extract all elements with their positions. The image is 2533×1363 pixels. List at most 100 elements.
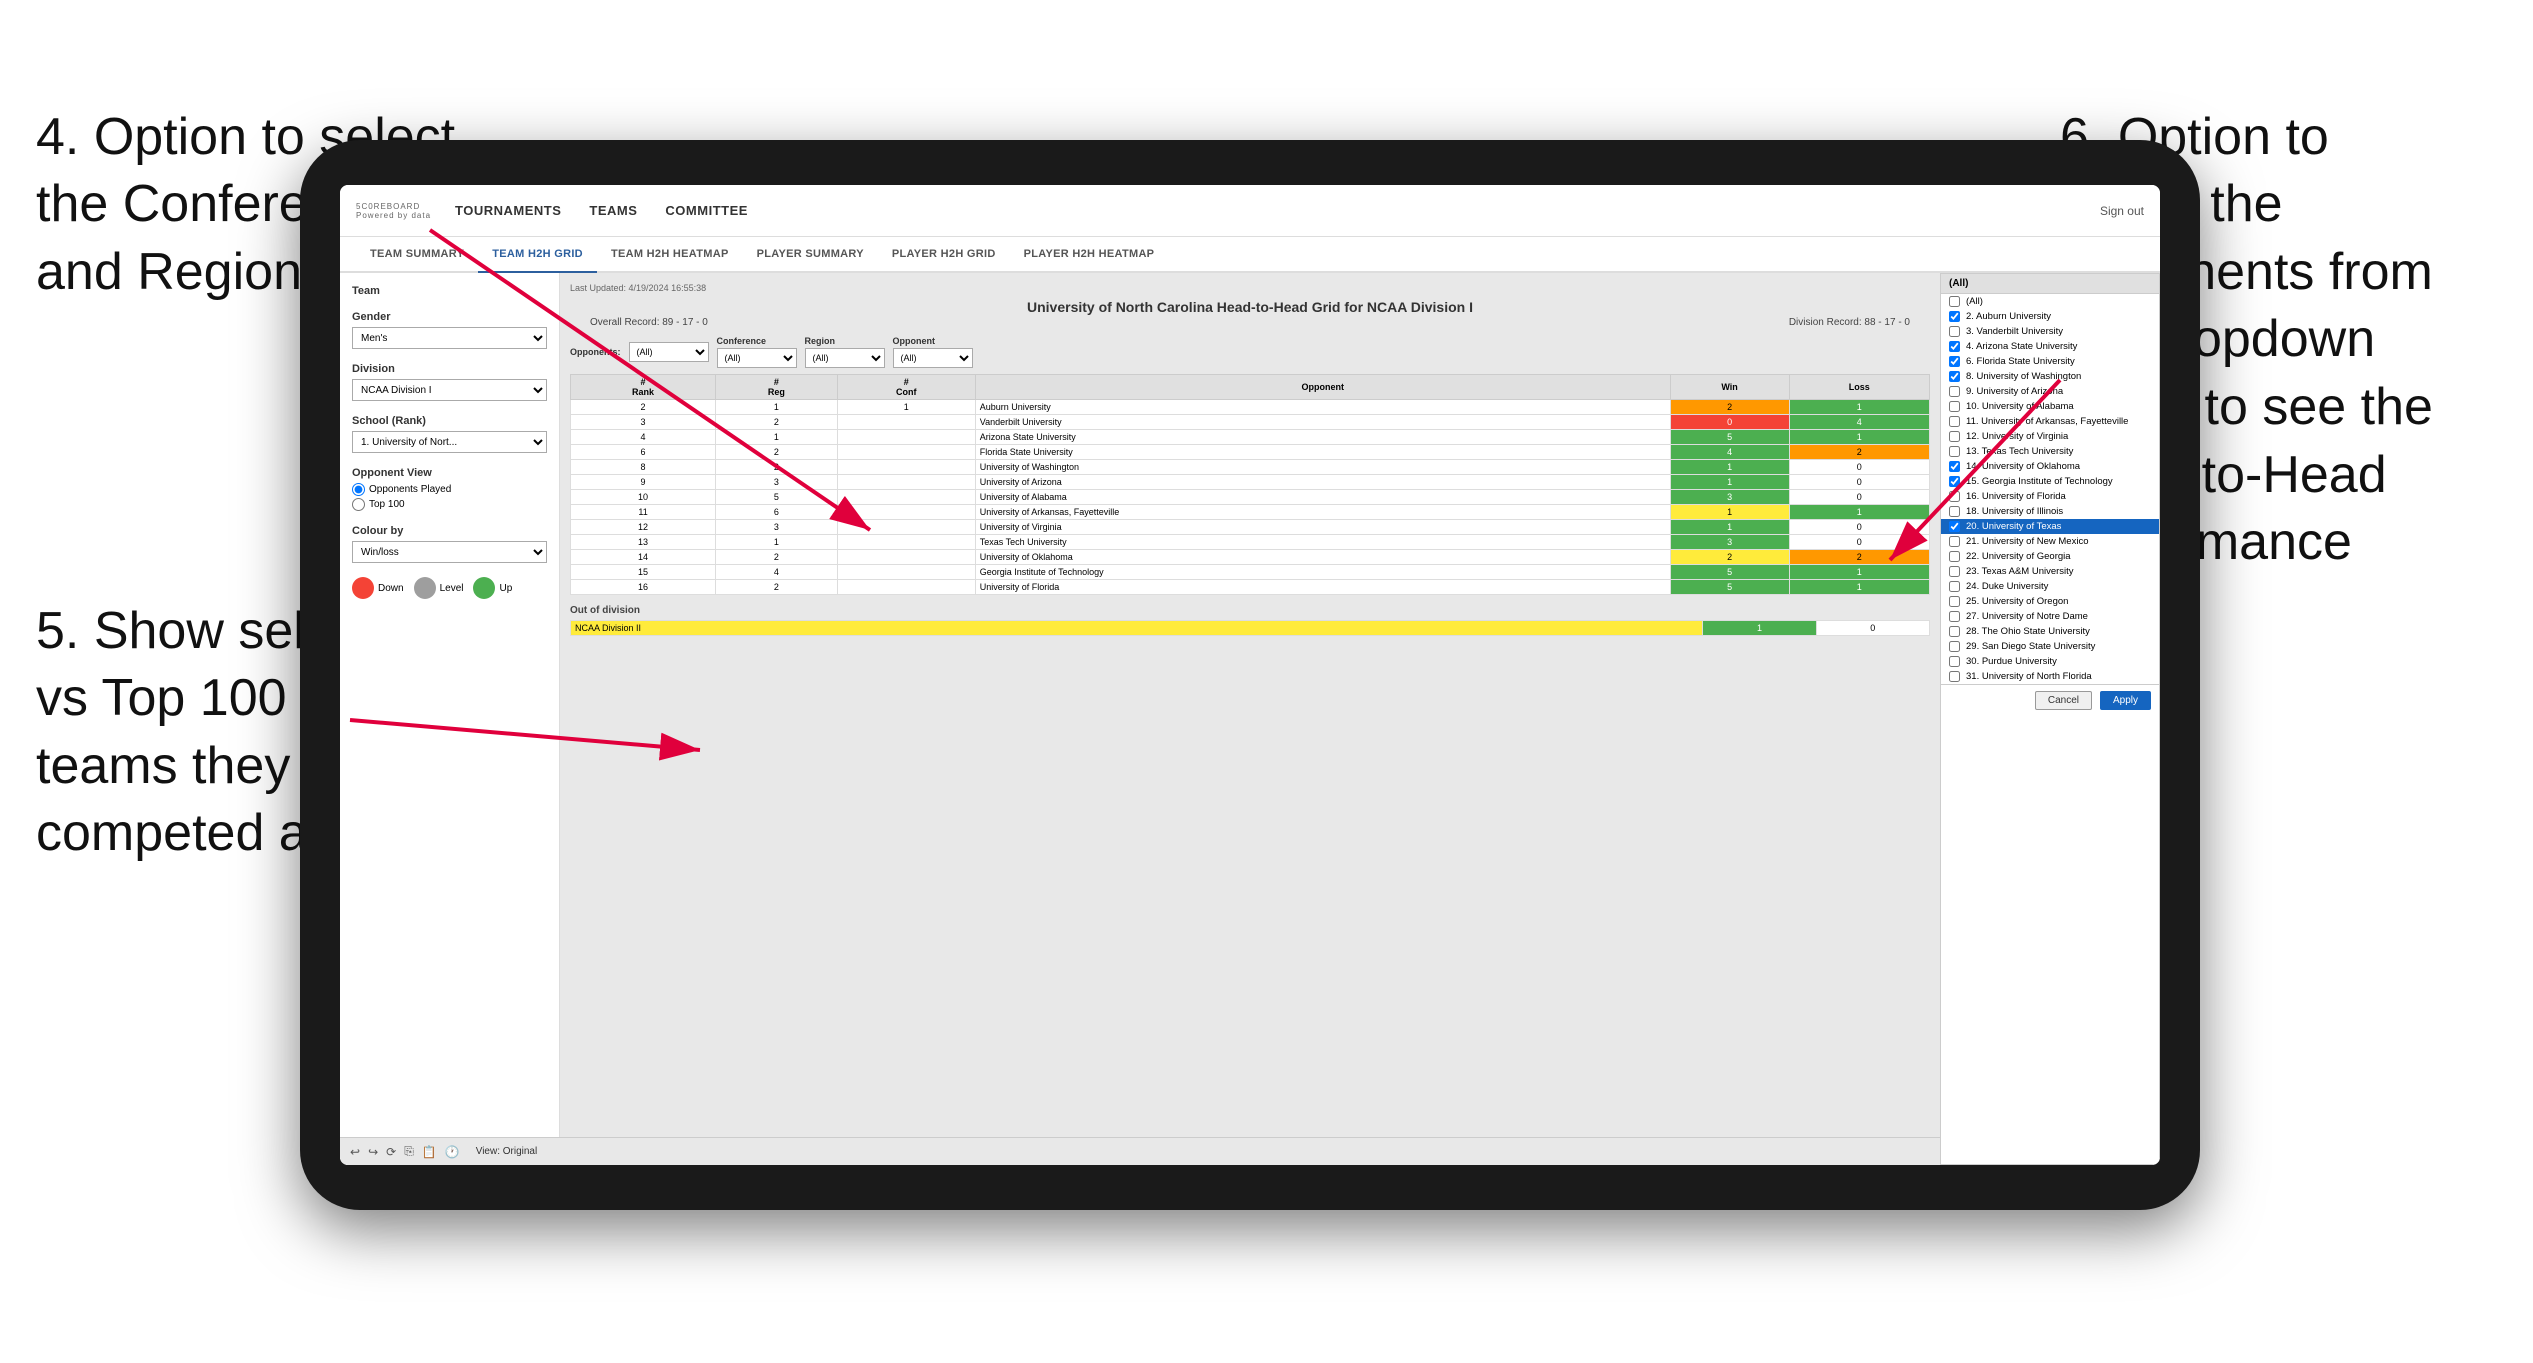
sidebar-gender-label: Gender: [352, 311, 547, 323]
sidebar-colour-section: Colour by Win/loss: [352, 525, 547, 563]
dropdown-item[interactable]: 28. The Ohio State University: [1941, 624, 2159, 639]
tab-player-summary[interactable]: PLAYER SUMMARY: [743, 237, 878, 273]
table-row: 9 3 University of Arizona 1 0: [571, 475, 1930, 490]
table-row: 13 1 Texas Tech University 3 0: [571, 535, 1930, 550]
table-row: NCAA Division II 1 0: [571, 621, 1930, 636]
dropdown-item[interactable]: (All): [1941, 294, 2159, 309]
sidebar-school-select[interactable]: 1. University of Nort...: [352, 431, 547, 453]
dropdown-item[interactable]: 3. Vanderbilt University: [1941, 324, 2159, 339]
sidebar-gender-select[interactable]: Men's: [352, 327, 547, 349]
dropdown-item[interactable]: 29. San Diego State University: [1941, 639, 2159, 654]
table-row: 8 2 University of Washington 1 0: [571, 460, 1930, 475]
region-select[interactable]: (All): [805, 348, 885, 368]
legend-down: Down: [352, 577, 404, 599]
sidebar: Team Gender Men's Division NCAA Division…: [340, 273, 560, 1165]
data-table: #Rank #Reg #Conf Opponent Win Loss 2 1 1…: [570, 374, 1930, 595]
nav-tournaments[interactable]: TOURNAMENTS: [455, 203, 561, 218]
sub-nav: TEAM SUMMARY TEAM H2H GRID TEAM H2H HEAT…: [340, 237, 2160, 273]
dropdown-item[interactable]: 24. Duke University: [1941, 579, 2159, 594]
sidebar-school-label: School (Rank): [352, 415, 547, 427]
tab-player-h2h-grid[interactable]: PLAYER H2H GRID: [878, 237, 1010, 273]
report-title: University of North Carolina Head-to-Hea…: [570, 299, 1930, 315]
opponents-filter-select[interactable]: (All): [629, 342, 709, 362]
dropdown-item[interactable]: 8. University of Washington: [1941, 369, 2159, 384]
sidebar-radio-opponents[interactable]: Opponents Played: [352, 483, 547, 496]
dropdown-item[interactable]: 22. University of Georgia: [1941, 549, 2159, 564]
tab-team-summary[interactable]: TEAM SUMMARY: [356, 237, 478, 273]
sidebar-division-select[interactable]: NCAA Division I: [352, 379, 547, 401]
dropdown-item[interactable]: 18. University of Illinois: [1941, 504, 2159, 519]
tab-team-h2h-grid[interactable]: TEAM H2H GRID: [478, 237, 597, 273]
sidebar-team-section: Team: [352, 285, 547, 297]
page-container: 4. Option to select the Conference and R…: [0, 0, 2533, 1363]
dropdown-item[interactable]: 30. Purdue University: [1941, 654, 2159, 669]
opponent-label: Opponent: [893, 336, 973, 346]
dropdown-panel: (All) (All)2. Auburn University3. Vander…: [1940, 273, 2160, 1165]
dropdown-item[interactable]: 9. University of Arizona: [1941, 384, 2159, 399]
dropdown-item[interactable]: 2. Auburn University: [1941, 309, 2159, 324]
apply-button[interactable]: Apply: [2100, 691, 2151, 710]
tablet-device: 5C0REBOARD Powered by data TOURNAMENTS T…: [300, 140, 2200, 1210]
table-row: 14 2 University of Oklahoma 2 2: [571, 550, 1930, 565]
center-content: Last Updated: 4/19/2024 16:55:38 Univers…: [560, 273, 1940, 1165]
conference-label: Conference: [717, 336, 797, 346]
update-info: Last Updated: 4/19/2024 16:55:38: [570, 283, 1930, 293]
dropdown-item[interactable]: 16. University of Florida: [1941, 489, 2159, 504]
col-opponent: Opponent: [975, 375, 1670, 400]
table-row: 2 1 1 Auburn University 2 1: [571, 400, 1930, 415]
nav-teams[interactable]: TEAMS: [589, 203, 637, 218]
sidebar-opponent-view-section: Opponent View Opponents Played Top 100: [352, 467, 547, 511]
dropdown-item[interactable]: 14. University of Oklahoma: [1941, 459, 2159, 474]
sidebar-team-label: Team: [352, 285, 547, 297]
dropdown-item[interactable]: 25. University of Oregon: [1941, 594, 2159, 609]
record-line: Overall Record: 89 - 17 - 0 Division Rec…: [570, 317, 1930, 328]
table-row: 3 2 Vanderbilt University 0 4: [571, 415, 1930, 430]
col-rank: #Rank: [571, 375, 716, 400]
dropdown-item[interactable]: 15. Georgia Institute of Technology: [1941, 474, 2159, 489]
col-reg: #Reg: [716, 375, 838, 400]
opponents-filter-label: Opponents:: [570, 347, 621, 357]
region-filter: Region (All): [805, 336, 885, 368]
dropdown-item[interactable]: 6. Florida State University: [1941, 354, 2159, 369]
dropdown-item[interactable]: 31. University of North Florida: [1941, 669, 2159, 684]
nav-committee[interactable]: COMMITTEE: [665, 203, 748, 218]
conference-filter: Conference (All): [717, 336, 797, 368]
dropdown-item[interactable]: 23. Texas A&M University: [1941, 564, 2159, 579]
table-row: 12 3 University of Virginia 1 0: [571, 520, 1930, 535]
sidebar-school-section: School (Rank) 1. University of Nort...: [352, 415, 547, 453]
sidebar-gender-section: Gender Men's: [352, 311, 547, 349]
dropdown-item[interactable]: 11. University of Arkansas, Fayetteville: [1941, 414, 2159, 429]
legend-level: Level: [414, 577, 464, 599]
col-loss: Loss: [1789, 375, 1929, 400]
dropdown-list[interactable]: (All)2. Auburn University3. Vanderbilt U…: [1941, 294, 2159, 684]
conference-select[interactable]: (All): [717, 348, 797, 368]
dropdown-item[interactable]: 4. Arizona State University: [1941, 339, 2159, 354]
sidebar-colour-select[interactable]: Win/loss: [352, 541, 547, 563]
out-of-division-label: Out of division: [570, 605, 1930, 616]
bottom-toolbar: ↩ ↪ ⟳ ⎘ 📋 🕐 View: Original: [560, 1137, 1940, 1165]
sidebar-division-section: Division NCAA Division I: [352, 363, 547, 401]
main-content: Team Gender Men's Division NCAA Division…: [340, 273, 2160, 1165]
tablet-screen: 5C0REBOARD Powered by data TOURNAMENTS T…: [340, 185, 2160, 1165]
tab-team-h2h-heatmap[interactable]: TEAM H2H HEATMAP: [597, 237, 743, 273]
region-label: Region: [805, 336, 885, 346]
opponent-filter: Opponent (All): [893, 336, 973, 368]
opponent-select[interactable]: (All): [893, 348, 973, 368]
dropdown-item[interactable]: 13. Texas Tech University: [1941, 444, 2159, 459]
sidebar-colour-label: Colour by: [352, 525, 547, 537]
dropdown-item[interactable]: 27. University of Notre Dame: [1941, 609, 2159, 624]
table-row: 11 6 University of Arkansas, Fayettevill…: [571, 505, 1930, 520]
dropdown-item[interactable]: 12. University of Virginia: [1941, 429, 2159, 444]
dropdown-item[interactable]: 21. University of New Mexico: [1941, 534, 2159, 549]
sidebar-division-label: Division: [352, 363, 547, 375]
sidebar-radio-top100[interactable]: Top 100: [352, 498, 547, 511]
sign-out[interactable]: Sign out: [2100, 204, 2144, 218]
app-header: 5C0REBOARD Powered by data TOURNAMENTS T…: [340, 185, 2160, 237]
cancel-button[interactable]: Cancel: [2035, 691, 2092, 710]
nav-links: TOURNAMENTS TEAMS COMMITTEE: [455, 203, 2100, 218]
dropdown-item[interactable]: 10. University of Alabama: [1941, 399, 2159, 414]
tab-player-h2h-heatmap[interactable]: PLAYER H2H HEATMAP: [1010, 237, 1169, 273]
logo: 5C0REBOARD Powered by data: [356, 202, 431, 220]
dropdown-item[interactable]: 20. University of Texas: [1941, 519, 2159, 534]
filter-row: Opponents: (All) Conference (All) Region: [570, 336, 1930, 368]
